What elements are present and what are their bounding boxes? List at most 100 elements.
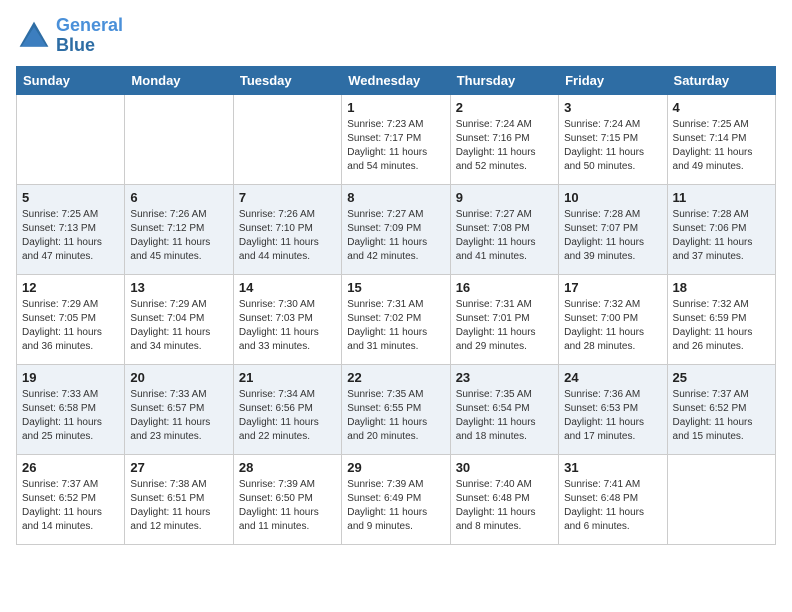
day-info: Sunrise: 7:24 AM Sunset: 7:16 PM Dayligh… — [456, 118, 553, 174]
day-info: Sunrise: 7:34 AM Sunset: 6:56 PM Dayligh… — [239, 388, 336, 444]
day-number: 15 — [347, 280, 444, 295]
calendar-day: 19Sunrise: 7:33 AM Sunset: 6:58 PM Dayli… — [17, 364, 125, 454]
weekday-wednesday: Wednesday — [342, 66, 450, 94]
weekday-header-row: SundayMondayTuesdayWednesdayThursdayFrid… — [17, 66, 776, 94]
day-number: 3 — [564, 100, 661, 115]
day-info: Sunrise: 7:29 AM Sunset: 7:05 PM Dayligh… — [22, 298, 119, 354]
day-info: Sunrise: 7:40 AM Sunset: 6:48 PM Dayligh… — [456, 478, 553, 534]
day-info: Sunrise: 7:25 AM Sunset: 7:14 PM Dayligh… — [673, 118, 770, 174]
calendar-day: 20Sunrise: 7:33 AM Sunset: 6:57 PM Dayli… — [125, 364, 233, 454]
weekday-thursday: Thursday — [450, 66, 558, 94]
calendar-day: 26 Sunrise: 7:37 AM Sunset: 6:52 PM Dayli… — [17, 454, 125, 544]
calendar-day: 12 Sunrise: 7:29 AM Sunset: 7:05 PM Dayli… — [17, 274, 125, 364]
day-info: Sunrise: 7:28 AM Sunset: 7:07 PM Dayligh… — [564, 208, 661, 264]
day-number: 11 — [673, 190, 770, 205]
day-number: 8 — [347, 190, 444, 205]
calendar-day: 30 Sunrise: 7:40 AM Sunset: 6:48 PM Dayli… — [450, 454, 558, 544]
day-info: Sunrise: 7:23 AM Sunset: 7:17 PM Dayligh… — [347, 118, 444, 174]
logo: GeneralBlue — [16, 16, 123, 56]
calendar-day: 31 Sunrise: 7:41 AM Sunset: 6:48 PM Dayli… — [559, 454, 667, 544]
calendar-week-2: 5Sunrise: 7:25 AM Sunset: 7:13 PM Daylig… — [17, 184, 776, 274]
calendar-day: 21 Sunrise: 7:34 AM Sunset: 6:56 PM Dayli… — [233, 364, 341, 454]
calendar-day: 25Sunrise: 7:37 AM Sunset: 6:52 PM Dayli… — [667, 364, 775, 454]
calendar-day: 6 Sunrise: 7:26 AM Sunset: 7:12 PM Daylig… — [125, 184, 233, 274]
calendar-table: SundayMondayTuesdayWednesdayThursdayFrid… — [16, 66, 776, 545]
calendar-day: 23 Sunrise: 7:35 AM Sunset: 6:54 PM Dayli… — [450, 364, 558, 454]
calendar-day — [667, 454, 775, 544]
calendar-day — [233, 94, 341, 184]
calendar-header: SundayMondayTuesdayWednesdayThursdayFrid… — [17, 66, 776, 94]
day-number: 1 — [347, 100, 444, 115]
weekday-saturday: Saturday — [667, 66, 775, 94]
calendar-day: 18 Sunrise: 7:32 AM Sunset: 6:59 PM Dayli… — [667, 274, 775, 364]
day-number: 9 — [456, 190, 553, 205]
day-info: Sunrise: 7:29 AM Sunset: 7:04 PM Dayligh… — [130, 298, 227, 354]
day-info: Sunrise: 7:37 AM Sunset: 6:52 PM Dayligh… — [22, 478, 119, 534]
calendar-day: 10 Sunrise: 7:28 AM Sunset: 7:07 PM Dayli… — [559, 184, 667, 274]
day-info: Sunrise: 7:32 AM Sunset: 6:59 PM Dayligh… — [673, 298, 770, 354]
calendar-day: 11 Sunrise: 7:28 AM Sunset: 7:06 PM Dayli… — [667, 184, 775, 274]
day-info: Sunrise: 7:30 AM Sunset: 7:03 PM Dayligh… — [239, 298, 336, 354]
day-number: 19 — [22, 370, 119, 385]
day-number: 12 — [22, 280, 119, 295]
day-info: Sunrise: 7:35 AM Sunset: 6:55 PM Dayligh… — [347, 388, 444, 444]
day-number: 18 — [673, 280, 770, 295]
day-number: 30 — [456, 460, 553, 475]
calendar-day: 29 Sunrise: 7:39 AM Sunset: 6:49 PM Dayli… — [342, 454, 450, 544]
calendar-week-4: 19Sunrise: 7:33 AM Sunset: 6:58 PM Dayli… — [17, 364, 776, 454]
day-info: Sunrise: 7:26 AM Sunset: 7:12 PM Dayligh… — [130, 208, 227, 264]
day-info: Sunrise: 7:27 AM Sunset: 7:08 PM Dayligh… — [456, 208, 553, 264]
calendar-day: 24Sunrise: 7:36 AM Sunset: 6:53 PM Dayli… — [559, 364, 667, 454]
day-number: 27 — [130, 460, 227, 475]
day-number: 7 — [239, 190, 336, 205]
weekday-sunday: Sunday — [17, 66, 125, 94]
day-info: Sunrise: 7:39 AM Sunset: 6:49 PM Dayligh… — [347, 478, 444, 534]
day-number: 2 — [456, 100, 553, 115]
page-header: GeneralBlue — [16, 16, 776, 56]
calendar-day: 27Sunrise: 7:38 AM Sunset: 6:51 PM Dayli… — [125, 454, 233, 544]
calendar-day: 2 Sunrise: 7:24 AM Sunset: 7:16 PM Daylig… — [450, 94, 558, 184]
day-info: Sunrise: 7:31 AM Sunset: 7:01 PM Dayligh… — [456, 298, 553, 354]
day-info: Sunrise: 7:28 AM Sunset: 7:06 PM Dayligh… — [673, 208, 770, 264]
day-number: 22 — [347, 370, 444, 385]
calendar-day: 3 Sunrise: 7:24 AM Sunset: 7:15 PM Daylig… — [559, 94, 667, 184]
calendar-day: 17Sunrise: 7:32 AM Sunset: 7:00 PM Dayli… — [559, 274, 667, 364]
calendar-week-3: 12 Sunrise: 7:29 AM Sunset: 7:05 PM Dayli… — [17, 274, 776, 364]
calendar-day: 4Sunrise: 7:25 AM Sunset: 7:14 PM Daylig… — [667, 94, 775, 184]
day-info: Sunrise: 7:32 AM Sunset: 7:00 PM Dayligh… — [564, 298, 661, 354]
calendar-body: 1 Sunrise: 7:23 AM Sunset: 7:17 PM Daylig… — [17, 94, 776, 544]
day-number: 23 — [456, 370, 553, 385]
day-number: 31 — [564, 460, 661, 475]
day-info: Sunrise: 7:39 AM Sunset: 6:50 PM Dayligh… — [239, 478, 336, 534]
day-number: 20 — [130, 370, 227, 385]
day-number: 24 — [564, 370, 661, 385]
day-number: 26 — [22, 460, 119, 475]
day-number: 21 — [239, 370, 336, 385]
day-info: Sunrise: 7:24 AM Sunset: 7:15 PM Dayligh… — [564, 118, 661, 174]
calendar-day — [17, 94, 125, 184]
calendar-day — [125, 94, 233, 184]
day-number: 6 — [130, 190, 227, 205]
calendar-day: 8 Sunrise: 7:27 AM Sunset: 7:09 PM Daylig… — [342, 184, 450, 274]
calendar-day: 1 Sunrise: 7:23 AM Sunset: 7:17 PM Daylig… — [342, 94, 450, 184]
day-number: 28 — [239, 460, 336, 475]
day-info: Sunrise: 7:31 AM Sunset: 7:02 PM Dayligh… — [347, 298, 444, 354]
calendar-week-5: 26 Sunrise: 7:37 AM Sunset: 6:52 PM Dayli… — [17, 454, 776, 544]
day-number: 14 — [239, 280, 336, 295]
day-info: Sunrise: 7:37 AM Sunset: 6:52 PM Dayligh… — [673, 388, 770, 444]
logo-icon — [16, 18, 52, 54]
day-info: Sunrise: 7:35 AM Sunset: 6:54 PM Dayligh… — [456, 388, 553, 444]
logo-text: GeneralBlue — [56, 16, 123, 56]
calendar-day: 28 Sunrise: 7:39 AM Sunset: 6:50 PM Dayli… — [233, 454, 341, 544]
calendar-day: 9 Sunrise: 7:27 AM Sunset: 7:08 PM Daylig… — [450, 184, 558, 274]
day-number: 29 — [347, 460, 444, 475]
calendar-day: 7Sunrise: 7:26 AM Sunset: 7:10 PM Daylig… — [233, 184, 341, 274]
day-info: Sunrise: 7:41 AM Sunset: 6:48 PM Dayligh… — [564, 478, 661, 534]
day-number: 10 — [564, 190, 661, 205]
calendar-day: 14 Sunrise: 7:30 AM Sunset: 7:03 PM Dayli… — [233, 274, 341, 364]
calendar-day: 16Sunrise: 7:31 AM Sunset: 7:01 PM Dayli… — [450, 274, 558, 364]
day-info: Sunrise: 7:27 AM Sunset: 7:09 PM Dayligh… — [347, 208, 444, 264]
weekday-friday: Friday — [559, 66, 667, 94]
day-number: 13 — [130, 280, 227, 295]
day-info: Sunrise: 7:25 AM Sunset: 7:13 PM Dayligh… — [22, 208, 119, 264]
